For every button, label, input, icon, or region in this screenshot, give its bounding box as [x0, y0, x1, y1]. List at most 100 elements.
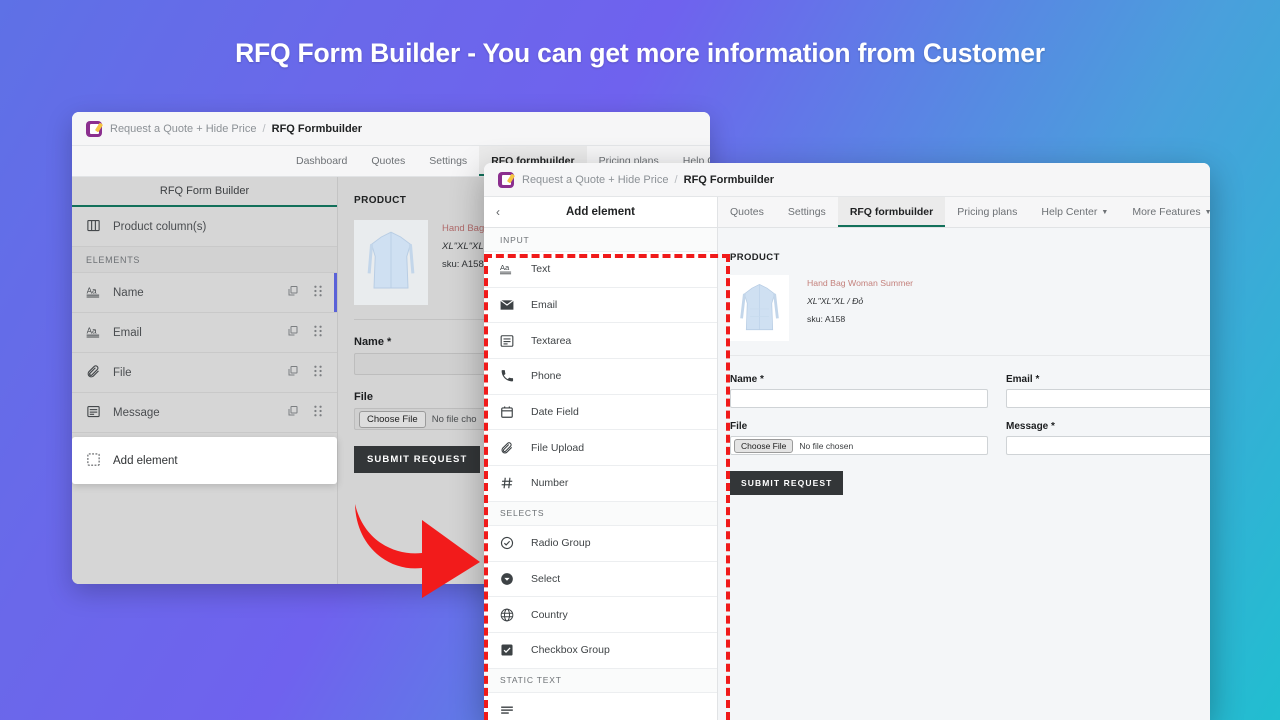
message-input[interactable] [1006, 436, 1210, 455]
front-window: Request a Quote + Hide Price / RFQ Formb… [484, 163, 1210, 720]
element-label: Number [531, 477, 569, 490]
sidebar-element-name[interactable]: Aa Name [72, 273, 337, 313]
product-sku: sku: A158 [807, 313, 846, 324]
tab-settings[interactable]: Settings [417, 146, 479, 176]
breadcrumb-app[interactable]: Request a Quote + Hide Price [110, 123, 256, 135]
form-column-right: Email * Message * [1006, 374, 1210, 495]
tab-label: Help Center [1041, 206, 1098, 218]
tab-rfq-formbuilder[interactable]: RFQ formbuilder [837, 197, 946, 227]
product-thumbnail [730, 275, 789, 341]
text-field-icon: Aa [86, 324, 101, 342]
front-window-navbar: Quotes Settings RFQ formbuilder Pricing … [718, 197, 1210, 227]
element-option-phone[interactable]: Phone [484, 359, 717, 395]
globe-icon [500, 608, 514, 622]
textarea-icon [86, 404, 101, 422]
email-input[interactable] [1006, 389, 1210, 408]
element-section-input: INPUT [484, 228, 717, 252]
text-field-icon: Aa [86, 284, 101, 302]
add-element-button[interactable]: Add element [72, 437, 337, 484]
element-label: Radio Group [531, 537, 591, 550]
tab-quotes[interactable]: Quotes [359, 146, 417, 176]
tab-settings[interactable]: Settings [776, 197, 838, 227]
submit-request-button[interactable]: SUBMIT REQUEST [730, 471, 844, 495]
tab-more-features[interactable]: More Features ▼ [1120, 197, 1210, 227]
breadcrumb: Request a Quote + Hide Price / RFQ Formb… [522, 174, 774, 186]
element-option-textarea[interactable]: Textarea [484, 323, 717, 360]
add-element-panel-header: ‹ Add element [484, 197, 718, 227]
element-label: Text [531, 263, 551, 276]
element-option-date-field[interactable]: Date Field [484, 394, 717, 431]
add-element-list: INPUT Aa Text Email Textarea Phone Date … [484, 228, 718, 720]
element-option-text[interactable]: Aa Text [484, 252, 717, 288]
add-element-icon [86, 452, 101, 470]
tab-label: Pricing plans [957, 206, 1018, 218]
drag-handle-icon[interactable] [313, 285, 323, 300]
element-option-email[interactable]: Email [484, 287, 717, 324]
hash-icon [500, 476, 514, 490]
element-option-partial[interactable] [484, 692, 717, 720]
form-column-left: Name * File Choose File No file chosen S… [730, 374, 988, 495]
element-label: Date Field [531, 406, 579, 419]
garment-image [731, 275, 788, 341]
element-section-selects: SELECTS [484, 501, 717, 526]
element-option-country[interactable]: Country [484, 597, 717, 633]
checkbox-icon [500, 643, 514, 657]
product-info: Hand Bag Woman Summer XL"XL"XL / Đỏ sku:… [807, 275, 1206, 328]
element-option-number[interactable]: Number [484, 466, 717, 502]
duplicate-icon[interactable] [287, 405, 299, 420]
sidebar-item-product-columns[interactable]: Product column(s) [72, 207, 337, 247]
red-curved-arrow-icon [355, 504, 480, 598]
back-window-topbar: Request a Quote + Hide Price / RFQ Formb… [72, 112, 710, 146]
front-form-preview: PRODUCT Hand Bag Woman Summer XL"XL"XL /… [718, 228, 1210, 720]
duplicate-icon[interactable] [287, 325, 299, 340]
drag-handle-icon[interactable] [313, 365, 323, 380]
tab-pricing-plans[interactable]: Pricing plans [945, 197, 1029, 227]
columns-icon [86, 218, 101, 236]
submit-request-button[interactable]: SUBMIT REQUEST [354, 446, 481, 473]
element-option-file-upload[interactable]: File Upload [484, 430, 717, 467]
file-input[interactable]: Choose File No file chosen [730, 436, 988, 455]
drag-handle-icon[interactable] [313, 405, 323, 420]
tab-label: Dashboard [296, 155, 348, 167]
element-option-select[interactable]: Select [484, 561, 717, 598]
front-window-topbar: Request a Quote + Hide Price / RFQ Formb… [484, 163, 1210, 197]
svg-text:Aa: Aa [87, 326, 97, 335]
calendar-icon [500, 405, 514, 419]
element-label: File [113, 366, 132, 379]
text-block-icon [500, 703, 514, 717]
sidebar-element-file[interactable]: File [72, 353, 337, 393]
tab-dashboard[interactable]: Dashboard [284, 146, 359, 176]
product-thumbnail [354, 220, 428, 305]
back-chevron-icon[interactable]: ‹ [496, 206, 500, 218]
element-option-radio-group[interactable]: Radio Group [484, 525, 717, 562]
name-input[interactable] [730, 389, 988, 408]
element-section-static-text: STATIC TEXT [484, 668, 717, 693]
element-label: Name [113, 286, 144, 299]
sidebar-element-email[interactable]: Aa Email [72, 313, 337, 353]
text-field-icon: Aa [500, 262, 514, 276]
tab-label: RFQ formbuilder [849, 206, 934, 218]
front-window-body: INPUT Aa Text Email Textarea Phone Date … [484, 228, 1210, 720]
duplicate-icon[interactable] [287, 365, 299, 380]
textarea-icon [500, 334, 514, 348]
name-field-label: Name * [730, 374, 764, 385]
duplicate-icon[interactable] [287, 285, 299, 300]
envelope-icon [500, 298, 514, 312]
choose-file-button[interactable]: Choose File [734, 438, 794, 453]
product-name[interactable]: Hand Bag Woman Summer [807, 275, 1206, 293]
breadcrumb-app[interactable]: Request a Quote + Hide Price [522, 174, 668, 186]
sidebar-element-message[interactable]: Message [72, 393, 337, 433]
row-actions [287, 325, 323, 340]
tab-quotes[interactable]: Quotes [718, 197, 776, 227]
no-file-text: No file chosen [799, 440, 854, 451]
panel-title: Add element [565, 206, 635, 218]
element-option-checkbox-group[interactable]: Checkbox Group [484, 632, 717, 669]
tab-help-center[interactable]: Help Center▼ [1029, 197, 1120, 227]
no-file-text: No file cho [431, 413, 477, 425]
element-label: Message [113, 406, 160, 419]
tab-label: Settings [429, 155, 468, 167]
message-field-label: Message * [1006, 421, 1055, 432]
drag-handle-icon[interactable] [313, 325, 323, 340]
breadcrumb-separator: / [262, 122, 266, 135]
choose-file-button[interactable]: Choose File [359, 410, 426, 428]
